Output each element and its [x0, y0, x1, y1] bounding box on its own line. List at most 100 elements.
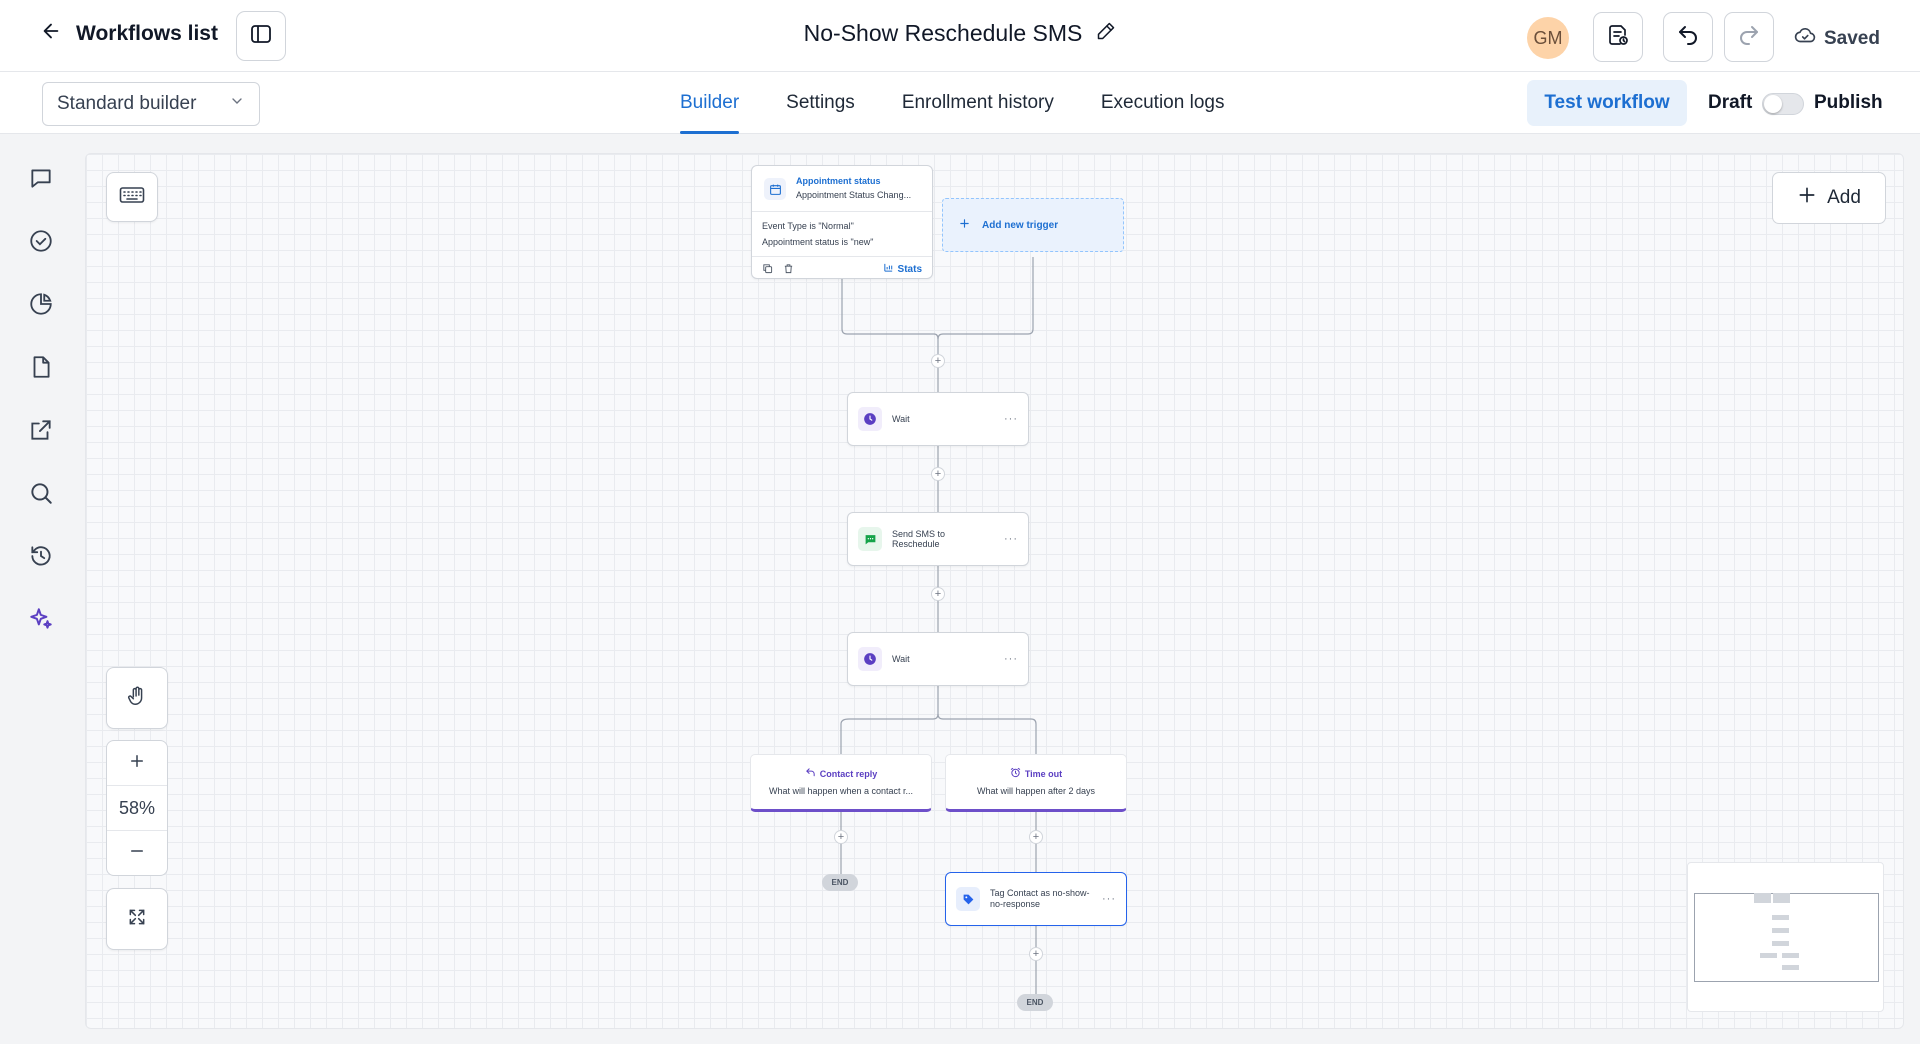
insert-step-button[interactable]: +: [1029, 830, 1043, 844]
calendar-icon: [764, 178, 786, 200]
end-marker: END: [1017, 994, 1053, 1011]
saved-label: Saved: [1824, 28, 1880, 49]
action-label: Wait: [892, 654, 910, 664]
test-workflow-button[interactable]: Test workflow: [1527, 80, 1687, 126]
cloud-check-icon: [1794, 25, 1816, 53]
end-marker: END: [822, 874, 858, 891]
minimap-node: [1760, 953, 1777, 958]
action-label: Send SMS to Reschedule: [892, 529, 946, 549]
trash-icon[interactable]: [783, 263, 794, 276]
branch-header: Time out: [946, 767, 1126, 780]
undo-icon: [1676, 23, 1700, 52]
hand-icon: [126, 685, 148, 712]
toggle-knob: [1764, 95, 1782, 113]
tag-contact-action-node[interactable]: Tag Contact as no-show-no-response ···: [945, 872, 1127, 926]
copy-icon[interactable]: [762, 263, 773, 276]
pencil-edit-icon[interactable]: [1096, 21, 1116, 46]
publish-toggle[interactable]: [1762, 93, 1804, 115]
keyboard-shortcuts-button[interactable]: [106, 172, 158, 222]
file-icon[interactable]: [27, 353, 55, 381]
zoom-in-button[interactable]: [107, 741, 167, 786]
sub-bar: Standard builder Builder Settings Enroll…: [0, 72, 1920, 134]
branch-description: What will happen when a contact r...: [768, 786, 914, 796]
plus-icon: [959, 218, 970, 232]
bar-chart-icon: [883, 262, 894, 276]
redo-button[interactable]: [1724, 12, 1774, 62]
insert-step-button[interactable]: +: [931, 354, 945, 368]
builder-type-select[interactable]: Standard builder: [42, 82, 260, 126]
tab-enrollment-history[interactable]: Enrollment history: [902, 72, 1054, 134]
stats-button[interactable]: Stats: [883, 262, 922, 276]
more-options-icon[interactable]: ···: [1004, 413, 1018, 425]
sms-icon: [858, 527, 882, 551]
version-history-button[interactable]: [1593, 12, 1643, 62]
fit-view-button[interactable]: [106, 888, 168, 950]
minimap-node: [1773, 893, 1790, 903]
search-icon[interactable]: [27, 479, 55, 507]
tab-bar: Builder Settings Enrollment history Exec…: [680, 72, 1271, 134]
branch-title: Contact reply: [819, 768, 878, 779]
pan-mode-button[interactable]: [106, 667, 168, 729]
zoom-level: 58%: [107, 786, 167, 831]
keyboard-icon: [119, 185, 145, 210]
branch-time-out[interactable]: Time out What will happen after 2 days: [945, 754, 1127, 812]
expand-icon: [127, 907, 147, 932]
minimap-node: [1754, 893, 1771, 903]
zoom-controls: 58%: [106, 740, 168, 876]
draft-label: Draft: [1708, 92, 1753, 113]
more-options-icon[interactable]: ···: [1004, 533, 1018, 545]
trigger-node[interactable]: Appointment status Appointment Status Ch…: [751, 165, 933, 279]
add-button[interactable]: Add: [1772, 172, 1886, 224]
tab-settings[interactable]: Settings: [786, 72, 855, 134]
trigger-filters: Event Type is "Normal" Appointment statu…: [752, 212, 932, 257]
insert-step-button[interactable]: +: [1029, 947, 1043, 961]
publish-label: Publish: [1814, 92, 1883, 113]
minimap-node: [1772, 941, 1789, 946]
clock-icon: [858, 407, 882, 431]
builder-type-value: Standard builder: [57, 93, 197, 114]
insert-step-button[interactable]: +: [931, 467, 945, 481]
check-circle-icon[interactable]: [27, 227, 55, 255]
branch-contact-reply[interactable]: Contact reply What will happen when a co…: [750, 754, 932, 812]
history-icon[interactable]: [27, 542, 55, 570]
more-options-icon[interactable]: ···: [1004, 653, 1018, 665]
tab-execution-logs[interactable]: Execution logs: [1101, 72, 1225, 134]
workflow-canvas[interactable]: Add Appointment status Appointment Statu…: [85, 153, 1904, 1029]
plus-icon: [128, 752, 146, 775]
trigger-filter: Event Type is "Normal": [762, 221, 854, 231]
branch-description: What will happen after 2 days: [976, 786, 1096, 796]
stats-label: Stats: [897, 263, 922, 275]
minimap-node: [1782, 953, 1799, 958]
minimap[interactable]: [1687, 862, 1884, 1012]
ai-sparkle-icon[interactable]: [27, 605, 55, 633]
add-label: Add: [1827, 187, 1861, 208]
document-history-icon: [1606, 23, 1630, 52]
workflow-title[interactable]: No-Show Reschedule SMS: [804, 20, 1083, 47]
more-options-icon[interactable]: ···: [1102, 893, 1116, 905]
chat-icon[interactable]: [27, 164, 55, 192]
trigger-footer: Stats: [752, 257, 932, 281]
branch-header: Contact reply: [751, 767, 931, 780]
wait-action-node[interactable]: Wait ···: [847, 632, 1029, 686]
minimap-node: [1782, 965, 1799, 970]
wait-action-node[interactable]: Wait ···: [847, 392, 1029, 446]
trigger-header: Appointment status Appointment Status Ch…: [752, 166, 932, 212]
add-new-trigger-button[interactable]: Add new trigger: [942, 198, 1124, 252]
toggle-sidebar-button[interactable]: [236, 11, 286, 61]
avatar[interactable]: GM: [1527, 17, 1569, 59]
external-link-icon[interactable]: [27, 416, 55, 444]
sidebar-panel-icon: [249, 22, 273, 51]
pie-chart-icon[interactable]: [27, 290, 55, 318]
insert-step-button[interactable]: +: [834, 830, 848, 844]
zoom-out-button[interactable]: [107, 831, 167, 876]
send-sms-action-node[interactable]: Send SMS to Reschedule ···: [847, 512, 1029, 566]
back-to-workflows-button[interactable]: Workflows list: [40, 20, 218, 47]
left-rail: [0, 134, 84, 1044]
insert-step-button[interactable]: +: [931, 587, 945, 601]
tab-builder[interactable]: Builder: [680, 72, 740, 134]
reply-icon: [805, 767, 816, 780]
tag-icon: [956, 887, 980, 911]
undo-button[interactable]: [1663, 12, 1713, 62]
top-bar: Workflows list No-Show Reschedule SMS GM…: [0, 0, 1920, 72]
trigger-subtitle: Appointment Status Chang...: [796, 190, 912, 200]
